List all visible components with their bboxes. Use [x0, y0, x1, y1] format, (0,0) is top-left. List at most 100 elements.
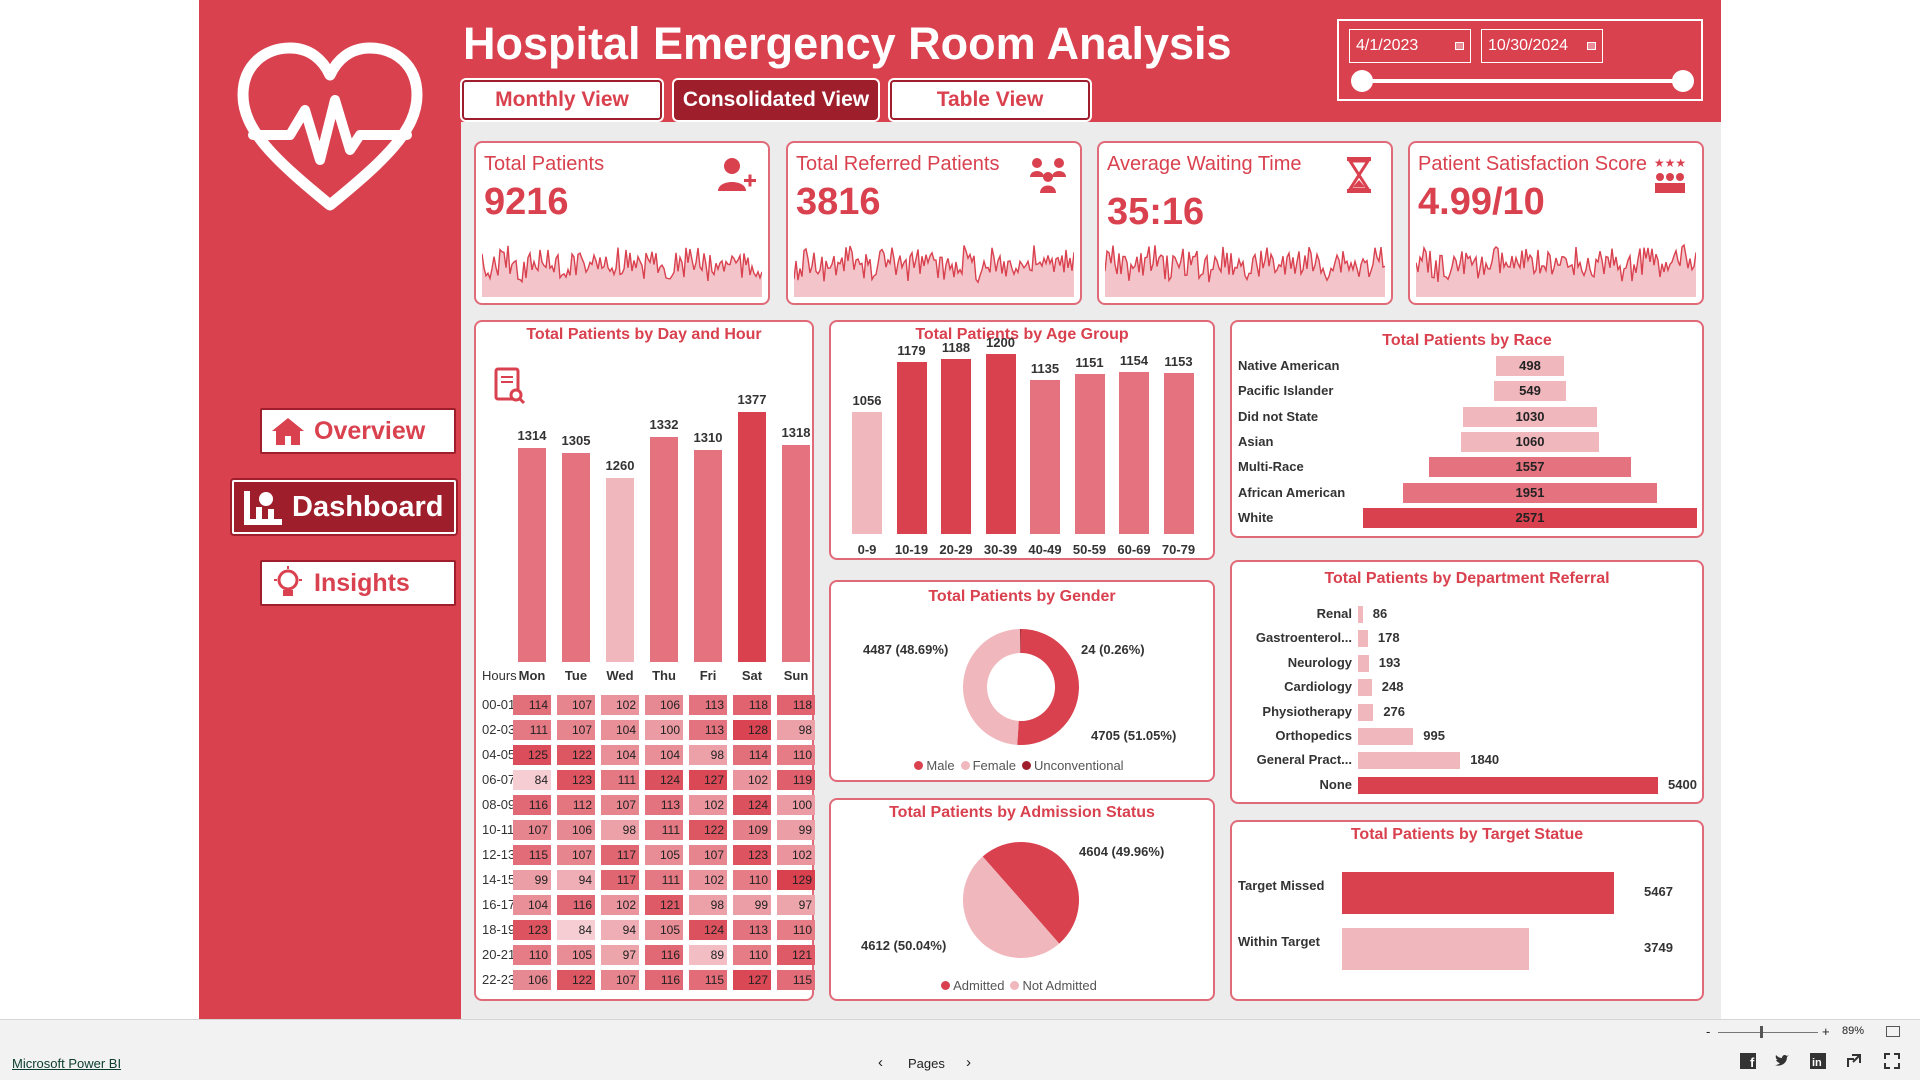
- bar-mark: [1030, 380, 1060, 534]
- slice-data-label: 4705 (51.05%): [1091, 728, 1177, 743]
- bar-data-label: 3749: [1644, 940, 1673, 955]
- heatmap-cell: 102: [733, 770, 771, 790]
- fit-page-icon[interactable]: [1886, 1026, 1900, 1037]
- zoom-slider[interactable]: [1718, 1032, 1818, 1033]
- nav-dashboard-button[interactable]: Dashboard: [232, 480, 456, 534]
- linkedin-icon[interactable]: in: [1810, 1053, 1826, 1069]
- heatmap-cell: 121: [777, 945, 815, 965]
- x-tick-label: Tue: [564, 668, 588, 683]
- heatmap-cell: 107: [557, 845, 595, 865]
- heatmap-cell: 110: [777, 745, 815, 765]
- bar-mark: [985, 354, 1016, 534]
- twitter-icon[interactable]: [1774, 1053, 1790, 1069]
- slice-data-label: 4612 (50.04%): [861, 938, 947, 953]
- x-tick-label: Fri: [699, 668, 717, 683]
- date-slider-end-handle[interactable]: [1672, 70, 1694, 92]
- heatmap-cell: 110: [777, 920, 815, 940]
- heatmap-cell: 106: [557, 820, 595, 840]
- age-group-chart: 1056 0-9 1179 10-19 1188 20-29 1200 30-39 1135 40…: [831, 322, 1213, 558]
- calendar-icon[interactable]: [1587, 42, 1596, 50]
- bar-data-label: 5467: [1644, 884, 1673, 899]
- bar-data-label: 86: [1372, 606, 1388, 621]
- nav-insights-button[interactable]: Insights: [260, 560, 456, 606]
- legend-item[interactable]: Not Admitted: [1010, 978, 1097, 993]
- lightbulb-icon: [274, 566, 302, 596]
- heatmap-cell: 111: [645, 820, 683, 840]
- legend-item[interactable]: Female: [960, 758, 1016, 773]
- heatmap-cell: 99: [733, 895, 771, 915]
- prev-page-icon[interactable]: ‹: [878, 1054, 883, 1071]
- heatmap-cell: 100: [645, 720, 683, 740]
- share-icon[interactable]: [1846, 1053, 1862, 1069]
- legend-item[interactable]: Male: [914, 758, 955, 773]
- y-tick-label: Physiotherapy: [1262, 703, 1352, 719]
- legend-item[interactable]: Unconventional: [1021, 758, 1124, 773]
- bar-data-label: 1305: [561, 432, 591, 448]
- bar-mark: [1119, 372, 1149, 534]
- heatmap-cell: 113: [689, 720, 727, 740]
- zoom-out-button[interactable]: -: [1706, 1024, 1710, 1039]
- bar-data-label: 1153: [1164, 353, 1193, 369]
- y-tick-label: Cardiology: [1284, 679, 1352, 695]
- heatmap-cell: 107: [689, 845, 727, 865]
- nav-overview-button[interactable]: Overview: [260, 408, 456, 454]
- legend-swatch: [1021, 761, 1031, 770]
- bar-data-label: 1310: [693, 429, 723, 445]
- bar-data-label: 1314: [517, 427, 547, 443]
- kpi-sparkline: [794, 245, 1074, 297]
- kpi-label: Total Referred Patients: [796, 153, 1000, 175]
- chart-card-gender: Total Patients by Gender 4705 (51.05%) 44…: [829, 580, 1215, 782]
- heatmap-cell: 127: [733, 970, 771, 990]
- heatmap-cell: 116: [645, 945, 683, 965]
- legend-item[interactable]: Admitted: [941, 978, 1004, 993]
- date-to-input[interactable]: 10/30/2024: [1481, 29, 1603, 63]
- heatmap-cell: 110: [733, 870, 771, 890]
- y-tick-label: Did not State: [1238, 408, 1319, 424]
- heatmap-cell: 99: [777, 820, 815, 840]
- heatmap-cell: 105: [557, 945, 595, 965]
- zoom-in-button[interactable]: +: [1822, 1024, 1830, 1039]
- calendar-icon[interactable]: [1455, 42, 1464, 50]
- zoom-slider-handle[interactable]: [1760, 1026, 1763, 1038]
- facebook-icon[interactable]: f: [1740, 1053, 1756, 1069]
- heatmap-cell: 123: [513, 920, 551, 940]
- heatmap-cell: 102: [601, 895, 639, 915]
- chart-card-department: Total Patients by Department Referral Re…: [1230, 560, 1704, 804]
- legend-label: Male: [926, 758, 955, 773]
- tab-consolidated-view[interactable]: Consolidated View: [674, 80, 878, 120]
- kpi-sparkline: [482, 245, 762, 297]
- heatmap-cell: 98: [777, 720, 815, 740]
- chart-card-day-hour: Total Patients by Day and Hour 1314 Mon 13…: [474, 320, 815, 1001]
- next-page-icon[interactable]: ›: [966, 1054, 971, 1071]
- x-tick-label: 70-79: [1161, 542, 1196, 557]
- heatmap-row-label: 00-01: [482, 697, 516, 712]
- heatmap-cell: 105: [645, 920, 683, 940]
- bar-data-label: 1557: [1515, 459, 1545, 475]
- x-tick-label: 30-39: [983, 542, 1018, 557]
- legend-label: Unconventional: [1033, 758, 1124, 773]
- kpi-label: Average Waiting Time: [1107, 153, 1302, 175]
- date-slider-start-handle[interactable]: [1351, 70, 1373, 92]
- date-from-input[interactable]: 4/1/2023: [1349, 29, 1471, 63]
- kpi-value: 4.99/10: [1418, 181, 1545, 223]
- heatmap-cell: 113: [733, 920, 771, 940]
- heatmap-cell: 107: [513, 820, 551, 840]
- nav-dashboard-label: Dashboard: [292, 490, 444, 523]
- x-tick-label: 50-59: [1072, 542, 1107, 557]
- pages-label[interactable]: Pages: [908, 1056, 945, 1071]
- bar-data-label: 1951: [1515, 484, 1545, 500]
- tab-monthly-view[interactable]: Monthly View: [462, 80, 662, 120]
- bar-data-label: 178: [1377, 630, 1400, 646]
- tab-table-view[interactable]: Table View: [890, 80, 1090, 120]
- bar-data-label: 1056: [852, 392, 882, 408]
- bar-data-label: 995: [1423, 728, 1445, 743]
- slice-data-label: 24 (0.26%): [1081, 642, 1145, 657]
- date-slider-track[interactable]: [1362, 79, 1682, 83]
- heatmap-cell: 112: [557, 795, 595, 815]
- gender-chart: 4705 (51.05%) 4487 (48.69%) 24 (0.26%) Male…: [831, 582, 1213, 780]
- powerbi-link[interactable]: Microsoft Power BI: [12, 1056, 121, 1071]
- legend-label: Not Admitted: [1022, 978, 1097, 993]
- kpi-value: 3816: [796, 181, 881, 223]
- heatmap-cell: 124: [689, 920, 727, 940]
- fullscreen-icon[interactable]: [1884, 1053, 1900, 1069]
